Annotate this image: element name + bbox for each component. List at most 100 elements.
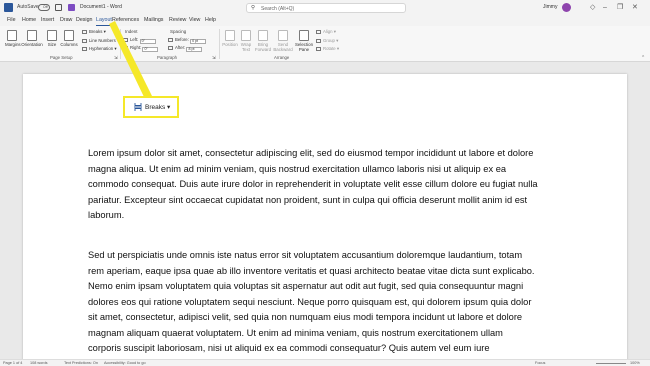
spacing-header: Spacing [170,29,187,34]
tab-insert[interactable]: Insert [41,17,54,23]
bring-forward-icon [258,30,268,41]
indent-left-input[interactable]: 0" [139,39,156,44]
columns-icon [64,30,74,41]
rotate-icon [316,47,321,51]
tab-design[interactable]: Design [76,17,93,23]
collapse-ribbon-icon[interactable]: ⌃ [641,55,645,61]
arrange-group-label: Arrange [274,55,290,60]
wrap-text-button[interactable]: Wrap Text [238,30,254,52]
paragraph-launcher[interactable]: ⇲ [212,55,216,61]
align-icon [316,30,321,34]
tab-layout[interactable]: Layout [96,17,112,23]
line-numbers-button[interactable]: Line Numbers ▾ [82,38,119,44]
breaks-ribbon-button[interactable]: Breaks ▾ [82,29,106,35]
tab-references[interactable]: References [112,17,139,23]
hyphenation-button[interactable]: Hyphenation ▾ [82,46,117,52]
send-backward-button[interactable]: Send Backward [273,30,293,52]
breaks-callout: Breaks ▾ [123,96,179,118]
tab-home[interactable]: Home [22,17,36,23]
page-setup-launcher[interactable]: ⇲ [114,55,118,61]
spacing-after-input[interactable]: 8 pt [186,47,203,52]
accessibility-status[interactable]: Accessibility: Good to go [104,361,146,365]
autosave-toggle[interactable]: Off [38,4,50,11]
columns-button[interactable]: Columns [60,30,78,47]
restore-button[interactable]: ❐ [617,3,623,12]
page-break-icon [134,103,142,111]
hyphenation-label: Hyphenation [89,46,114,51]
wrap-text-label: Wrap Text [240,42,252,52]
minimize-button[interactable]: – [603,3,607,12]
position-label: Position [222,42,238,47]
align-button[interactable]: Align ▾ [316,29,336,35]
align-label: Align [323,29,333,34]
spacing-before: Before: 0 pt [168,37,207,44]
save-icon[interactable] [55,4,62,11]
bring-forward-label: Bring Forward [254,42,272,52]
position-button[interactable]: Position [221,30,239,47]
avatar[interactable] [562,3,571,12]
indent-right-input[interactable]: 0" [142,47,159,52]
hyphenation-icon [82,47,87,51]
autosave-label: AutoSave [17,4,39,10]
page-count[interactable]: Page 1 of 4 [3,361,22,365]
wrap-text-icon [241,30,251,41]
ribbon: Margins Orientation Size Columns Breaks … [0,26,650,62]
zoom-slider[interactable] [596,363,626,364]
group-button[interactable]: Group ▾ [316,38,338,44]
document-area: Lorem ipsum dolor sit amet, consectetur … [0,62,650,366]
indent-right-label: Right: [130,45,142,50]
document-page[interactable]: Lorem ipsum dolor sit amet, consectetur … [23,74,627,366]
selection-pane-button[interactable]: Selection Pane [294,30,314,52]
spacing-before-input[interactable]: 0 pt [190,39,207,44]
body-paragraph[interactable]: Lorem ipsum dolor sit amet, consectetur … [88,146,538,224]
tab-mailings[interactable]: Mailings [144,17,163,23]
spacing-after-label: After: [175,45,186,50]
breaks-ribbon-label: Breaks [89,29,103,34]
diamond-icon[interactable]: ◇ [590,3,595,12]
size-label: Size [47,42,57,47]
document-icon [68,4,75,11]
tab-review[interactable]: Review [169,17,186,23]
word-logo-icon [4,3,13,12]
focus-button[interactable]: Focus [535,361,545,365]
selection-pane-icon [299,30,309,41]
bring-forward-button[interactable]: Bring Forward [253,30,273,52]
document-title: Document1 - Word [80,4,122,10]
search-icon: ⚲ [251,5,256,11]
selection-pane-label: Selection Pane [294,42,314,52]
position-icon [225,30,235,41]
margins-icon [7,30,17,41]
group-label: Group [323,38,335,43]
word-count[interactable]: 108 words [30,361,48,365]
tab-draw[interactable]: Draw [60,17,72,23]
zoom-level[interactable]: 100% [630,361,640,365]
body-paragraph[interactable]: Sed ut perspiciatis unde omnis iste natu… [88,248,538,366]
rotate-button[interactable]: Rotate ▾ [316,46,339,52]
paragraph-group-label: Paragraph [157,55,178,60]
indent-right-icon [123,46,128,50]
tab-help[interactable]: Help [205,17,216,23]
spacing-before-label: Before: [175,37,189,42]
rotate-label: Rotate [323,46,336,51]
page-setup-group-label: Page Setup [50,55,73,60]
line-numbers-label: Line Numbers [89,38,116,43]
tab-file[interactable]: File [7,17,16,23]
group-divider [219,29,220,59]
search-box[interactable]: ⚲ Search (Alt+Q) [246,3,406,13]
orientation-button[interactable]: Orientation [21,30,43,47]
size-button[interactable]: Size [46,30,58,47]
tab-view[interactable]: View [189,17,200,23]
indent-header: Indent [125,29,138,34]
user-name[interactable]: Jimmy [543,4,557,10]
margins-button[interactable]: Margins [5,30,21,47]
line-numbers-icon [82,39,87,43]
group-icon [316,39,321,43]
send-backward-label: Send Backward [273,42,293,52]
indent-right: Right: 0" [123,45,159,52]
text-predictions[interactable]: Text Predictions: On [64,361,98,365]
columns-label: Columns [60,42,78,47]
indent-left: Left: 0" [123,37,156,44]
margins-label: Margins [5,42,21,47]
close-button[interactable]: ✕ [632,3,638,12]
spacing-after: After: 8 pt [168,45,203,52]
